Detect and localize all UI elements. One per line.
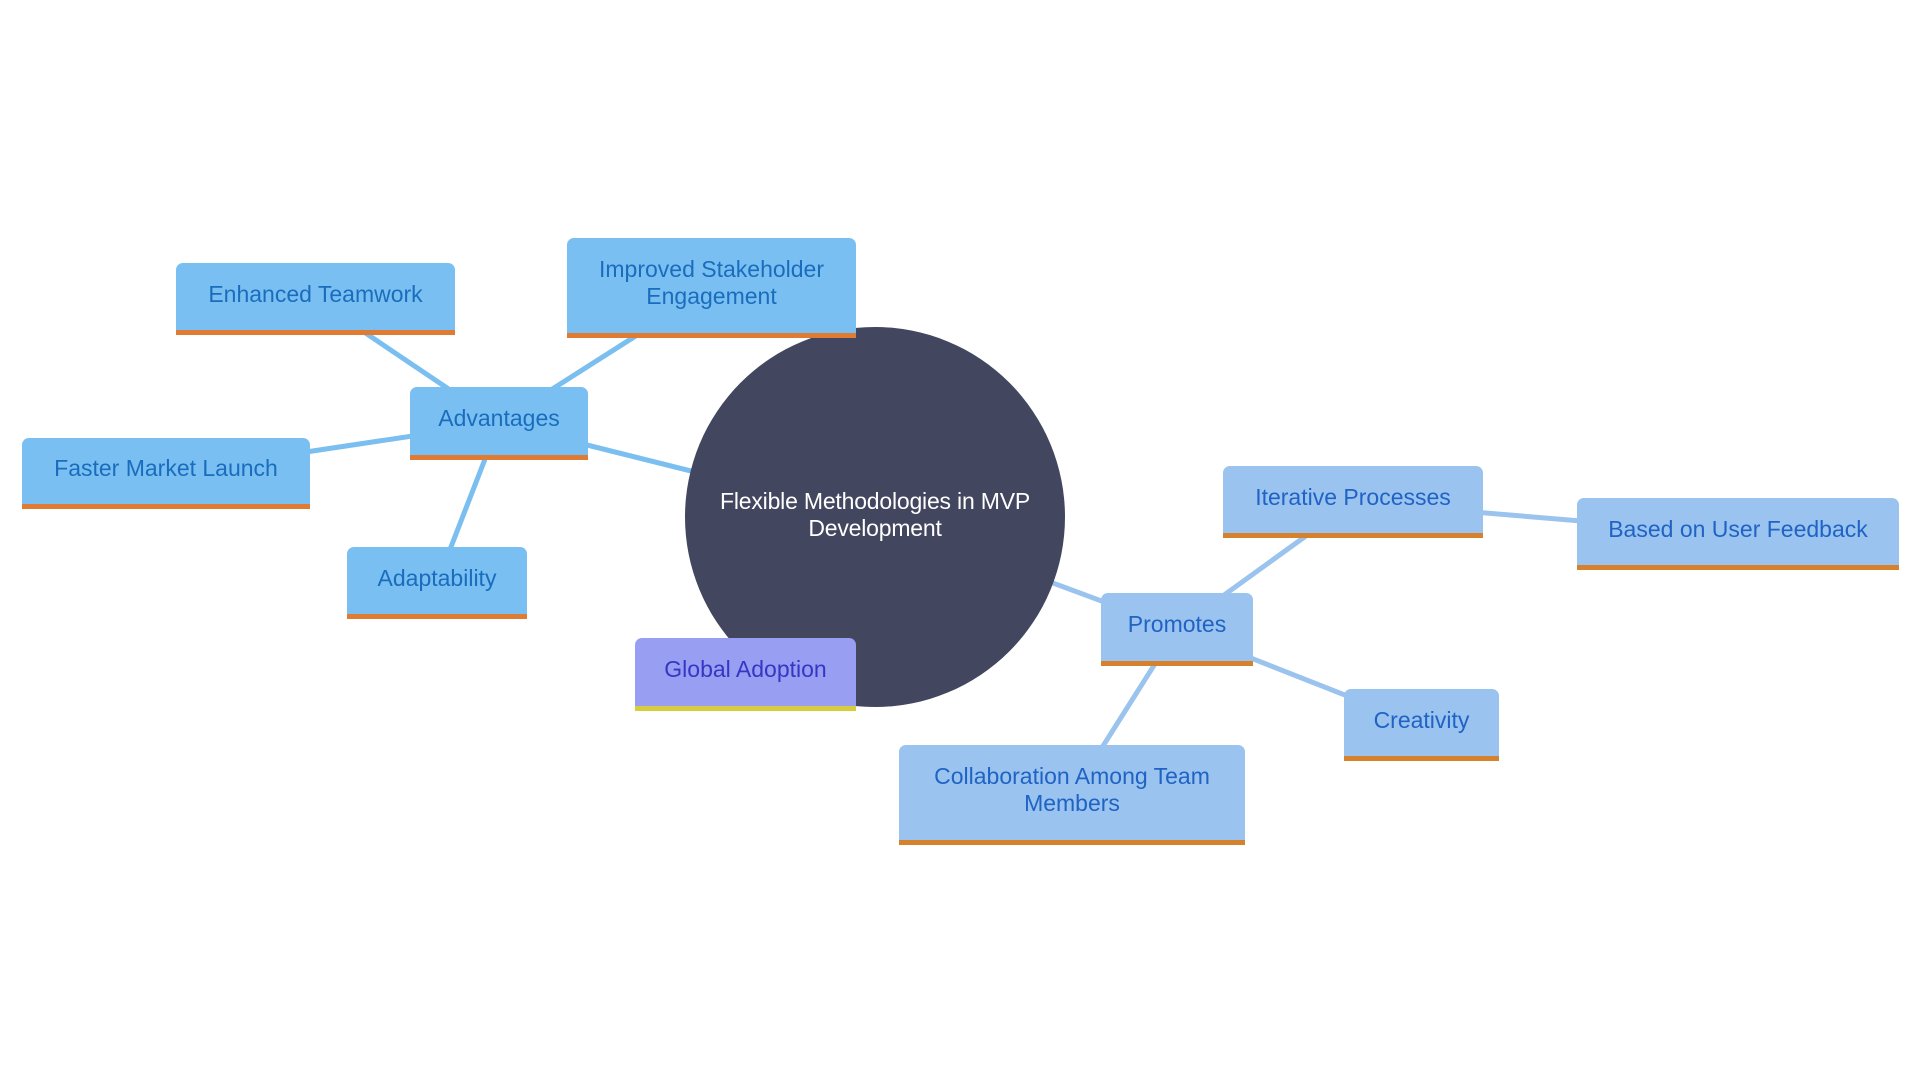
mindmap-canvas: Flexible Methodologies in MVP Developmen…: [0, 0, 1920, 1080]
node-adaptability[interactable]: Adaptability: [347, 547, 527, 619]
node-enhanced-teamwork[interactable]: Enhanced Teamwork: [176, 263, 455, 335]
node-promotes[interactable]: Promotes: [1101, 593, 1253, 666]
node-iterative-processes-label: Iterative Processes: [1255, 483, 1451, 510]
node-promotes-label: Promotes: [1127, 611, 1227, 637]
root-node-label: Flexible Methodologies in MVP Developmen…: [720, 488, 1030, 541]
node-based-on-user-feedback[interactable]: Based on User Feedback: [1577, 498, 1899, 570]
node-enhanced-teamwork-label: Enhanced Teamwork: [208, 280, 423, 307]
node-creativity[interactable]: Creativity: [1344, 689, 1499, 761]
node-adaptability-label: Adaptability: [377, 564, 497, 591]
node-collaboration-among-team-members[interactable]: Collaboration Among Team Members: [899, 745, 1245, 845]
node-iterative-processes[interactable]: Iterative Processes: [1223, 466, 1483, 538]
node-improved-stakeholder-engagement[interactable]: Improved Stakeholder Engagement: [567, 238, 856, 338]
node-creativity-label: Creativity: [1373, 706, 1470, 733]
node-improved-stakeholder-engagement-label: Improved Stakeholder Engagement: [598, 256, 824, 309]
node-advantages[interactable]: Advantages: [410, 387, 588, 460]
node-faster-market-launch[interactable]: Faster Market Launch: [22, 438, 310, 509]
node-collaboration-among-team-members-label: Collaboration Among Team Members: [934, 763, 1210, 816]
node-global-adoption[interactable]: Global Adoption: [635, 638, 856, 711]
node-global-adoption-label: Global Adoption: [664, 656, 827, 682]
node-based-on-user-feedback-label: Based on User Feedback: [1608, 515, 1868, 542]
node-advantages-label: Advantages: [438, 405, 560, 431]
node-faster-market-launch-label: Faster Market Launch: [54, 455, 278, 481]
